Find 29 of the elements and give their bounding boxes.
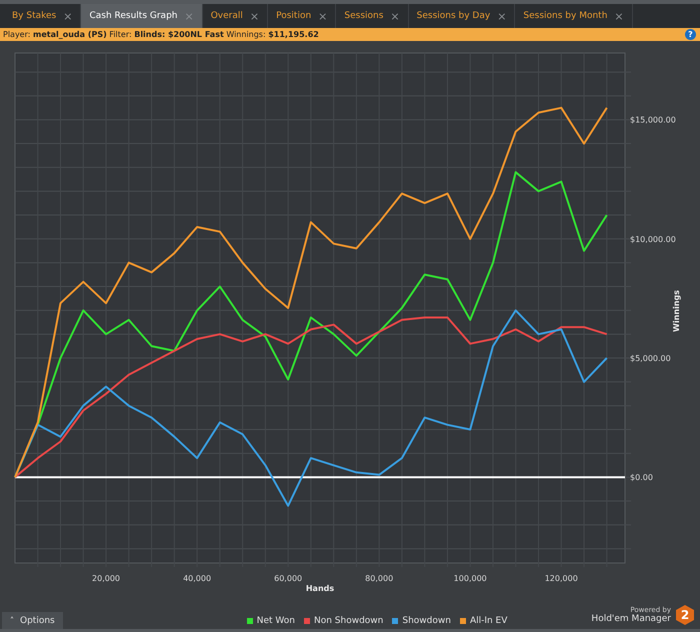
legend-label: Showdown [402, 616, 451, 626]
close-icon[interactable]: × [497, 10, 506, 22]
x-axis-title: Hands [306, 584, 334, 593]
x-tick-label: 80,000 [365, 574, 394, 583]
close-icon[interactable]: × [390, 10, 400, 22]
x-tick-label: 40,000 [183, 574, 212, 583]
y-tick-label: $10,000.00 [630, 234, 676, 244]
legend-label: Non Showdown [314, 616, 384, 626]
caret-icon: ˄ [10, 616, 14, 625]
filter-summary: Player: metal_ouda (PS) Filter: Blinds: $200NL Fast Winnings: $11,195.62 [3, 30, 319, 39]
tab[interactable]: Cash Results Graph × [81, 4, 203, 28]
y-tick-label: $0.00 [630, 473, 653, 482]
y-tick-label: $5,000.00 [630, 354, 671, 364]
y-tick-label: $15,000.00 [630, 116, 676, 125]
options-button[interactable]: ˄ Options [2, 612, 63, 629]
x-tick-label: 20,000 [92, 574, 120, 583]
close-icon[interactable]: × [318, 10, 328, 22]
x-tick-label: 120,000 [544, 574, 578, 583]
x-tick-label: 60,000 [274, 574, 302, 583]
close-icon[interactable]: × [250, 10, 260, 22]
legend-label: Net Won [256, 616, 295, 626]
y-axis-title: Winnings [672, 290, 681, 332]
close-icon[interactable]: × [614, 10, 624, 22]
logo-name: Hold'em Manager [591, 614, 671, 624]
x-tick-label: 100,000 [454, 574, 487, 583]
logo-badge: 2 [676, 605, 694, 625]
legend-label: All-In EV [470, 616, 508, 626]
help-icon[interactable]: ? [685, 29, 696, 40]
close-icon[interactable]: × [63, 10, 72, 22]
